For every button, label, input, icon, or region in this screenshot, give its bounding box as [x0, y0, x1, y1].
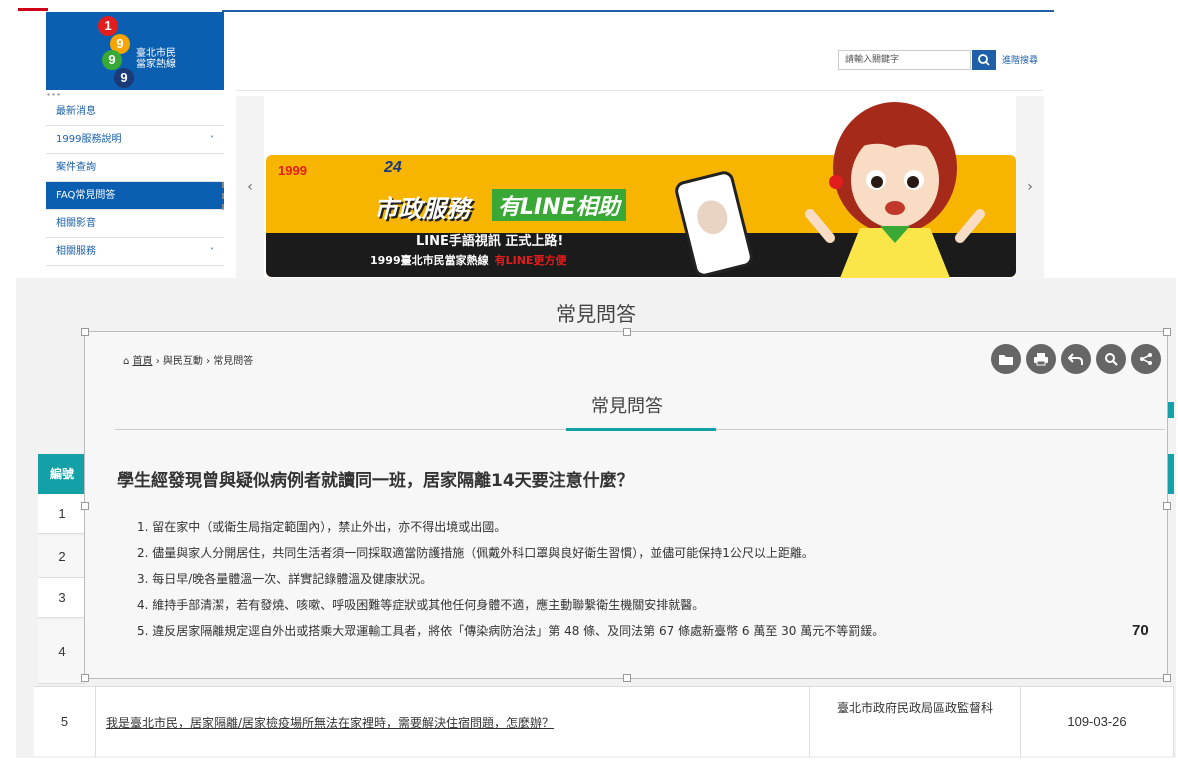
- banner-line3-text: 1999臺北市民當家熱線: [370, 254, 489, 267]
- breadcrumb-level2[interactable]: 與民互動: [163, 356, 203, 367]
- sidebar-item-label: 案件查詢: [56, 162, 96, 173]
- breadcrumb-home-link[interactable]: 首頁: [133, 356, 153, 367]
- department-cell: 臺北市政府民政局區政監督科: [809, 687, 1021, 757]
- sidebar-item-label: 相關服務: [56, 246, 96, 257]
- top-accent-red: [18, 8, 48, 11]
- sidebar-item-news[interactable]: 最新消息: [46, 98, 224, 126]
- logo-digit-4: 9: [114, 68, 134, 88]
- sidebar-item-related[interactable]: 相關服務 ˅: [46, 238, 224, 266]
- table-row-number: 3: [38, 578, 86, 618]
- breadcrumb-sep: ›: [206, 356, 211, 367]
- top-accent-blue: [222, 10, 1054, 12]
- logo-digit-1: 1: [98, 16, 118, 36]
- faq-detail-popup: ⌂ 首頁 › 與民互動 › 常見問答 常見問答 學生經發現曾與疑似病例者就讀同一…: [81, 328, 1171, 682]
- title-accent: [566, 428, 716, 431]
- folder-icon: [999, 355, 1013, 365]
- sidebar-item-label: 最新消息: [56, 106, 96, 117]
- logo-dots: ∙∙∙: [46, 90, 62, 99]
- faq-answer-list: 1. 留在家中（或衛生局指定範圍內），禁止外出，亦不得出境或出國。 2. 儘量與…: [137, 514, 884, 644]
- breadcrumb-current: 常見問答: [213, 356, 254, 367]
- sidebar-item-label: 相關影音: [56, 218, 96, 229]
- sidebar-item-video[interactable]: 相關影音: [46, 210, 224, 238]
- mascot-illustration: [805, 102, 985, 278]
- banner-line3-tag: 有LINE更方便: [494, 254, 567, 267]
- logo-line1: 臺北市民: [136, 48, 176, 59]
- faq-question-link[interactable]: 我是臺北市民，居家隔離/居家檢疫場所無法在家裡時，需要解決住宿問題，怎麼辦？: [106, 714, 554, 731]
- banner-headline-a: 市政服務: [374, 195, 470, 223]
- search-icon: [1105, 353, 1118, 366]
- table-row-number: 2: [38, 536, 86, 578]
- print-button[interactable]: [1026, 344, 1056, 374]
- phone-avatar: [693, 197, 731, 238]
- chevron-down-icon: ˅: [210, 135, 214, 144]
- resize-handle[interactable]: [1163, 328, 1171, 336]
- table-row-number: 1: [38, 494, 86, 534]
- list-item: 2. 儘量與家人分開居住，共同生活者須一同採取適當防護措施（佩戴外科口罩與良好衛…: [137, 546, 814, 560]
- slider-next-button[interactable]: ›: [1016, 96, 1044, 278]
- search-button[interactable]: [972, 50, 996, 70]
- share-button[interactable]: [1131, 344, 1161, 374]
- list-item: 1. 留在家中（或衛生局指定範圍內），禁止外出，亦不得出境或出國。: [137, 520, 507, 534]
- print-icon: [1034, 353, 1048, 366]
- breadcrumb: ⌂ 首頁 › 與民互動 › 常見問答: [123, 352, 253, 367]
- header-divider: [236, 90, 1042, 91]
- sidebar-item-label: 1999服務說明: [56, 134, 122, 145]
- faq-page-title: 常見問答: [556, 302, 636, 326]
- sidebar-item-service[interactable]: 1999服務說明 ˅: [46, 126, 224, 154]
- folder-button[interactable]: [991, 344, 1021, 374]
- logo-text: 臺北市民 當家熱線: [136, 48, 176, 70]
- advanced-search-link[interactable]: 進階搜尋: [1002, 53, 1038, 66]
- page-toolbar: [991, 344, 1161, 374]
- list-item: 5. 違反居家隔離規定逕自外出或搭乘大眾運輸工具者，將依「傳染病防治法」第 48…: [137, 624, 885, 638]
- table-row-number: 4: [38, 620, 86, 684]
- sidebar-item-case-search[interactable]: 案件查詢: [46, 154, 224, 182]
- share-icon: [1140, 353, 1152, 365]
- site-logo[interactable]: 1 9 9 9 臺北市民 當家熱線: [46, 12, 224, 90]
- banner-headline-b: 有LINE相助: [492, 189, 626, 221]
- back-button[interactable]: [1061, 344, 1091, 374]
- resize-handle[interactable]: [1163, 502, 1171, 510]
- popup-title: 常見問答: [591, 396, 663, 417]
- table-row-number: 5: [34, 687, 96, 757]
- chevron-down-icon: ˅: [210, 247, 214, 256]
- search-input[interactable]: 請輸入關鍵字: [838, 50, 971, 70]
- search-icon: [978, 54, 990, 66]
- resize-handle[interactable]: [623, 674, 631, 682]
- date-cell: 109-03-26: [1021, 687, 1174, 757]
- search-button[interactable]: [1096, 344, 1126, 374]
- resize-handle[interactable]: [623, 328, 631, 336]
- resize-handle[interactable]: [81, 502, 89, 510]
- slider-prev-button[interactable]: ‹: [236, 96, 264, 278]
- logo-line2: 當家熱線: [136, 59, 176, 70]
- list-item: 3. 每日早/晚各量體溫一次、詳實記錄體溫及健康狀況。: [137, 572, 433, 586]
- screenshot-stage: 1 9 9 9 臺北市民 當家熱線 ∙∙∙ 最新消息 1999服務說明 ˅ 案件查…: [0, 0, 1178, 771]
- breadcrumb-sep: ›: [155, 356, 160, 367]
- faq-question: 學生經發現曾與疑似病例者就讀同一班，居家隔離14天要注意什麼？: [117, 471, 634, 491]
- banner-anniversary: 24: [384, 159, 402, 176]
- logo-digit-3: 9: [102, 50, 122, 70]
- table-row: 5 我是臺北市民，居家隔離/居家檢疫場所無法在家裡時，需要解決住宿問題，怎麼辦？…: [34, 686, 1174, 757]
- resize-handle[interactable]: [81, 674, 89, 682]
- home-icon: ⌂: [123, 356, 130, 367]
- list-item: 4. 維持手部清潔，若有發燒、咳嗽、呼吸困難等症狀或其他任何身體不適，應主動聯繫…: [137, 598, 705, 612]
- sidebar-item-label: FAQ常見問答: [56, 190, 116, 201]
- resize-handle[interactable]: [81, 328, 89, 336]
- resize-handle[interactable]: [1163, 674, 1171, 682]
- page-marker: 70: [1132, 622, 1149, 639]
- back-icon: [1068, 353, 1083, 365]
- sidebar-nav: 最新消息 1999服務說明 ˅ 案件查詢 FAQ常見問答 相關影音 相關服務 ˅: [46, 98, 224, 266]
- banner-logo-digits: 1999: [278, 163, 307, 178]
- banner-line2: LINE手語視訊 正式上路!: [416, 234, 564, 249]
- sidebar-item-faq[interactable]: FAQ常見問答: [46, 182, 224, 210]
- banner-line3: 1999臺北市民當家熱線 有LINE更方便: [370, 252, 566, 268]
- table-header-number: 編號: [38, 454, 86, 494]
